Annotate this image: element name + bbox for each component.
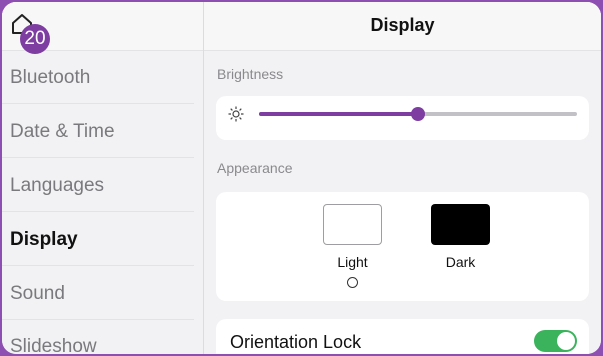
- notification-badge: 20: [20, 24, 50, 54]
- orientation-lock-label: Orientation Lock: [230, 332, 362, 352]
- brightness-slider[interactable]: [259, 107, 577, 121]
- settings-window: 20 Bluetooth Date & Time Languages Displ…: [2, 2, 601, 354]
- sidebar-item-sound[interactable]: Sound: [2, 267, 194, 320]
- brightness-card: [216, 96, 589, 140]
- sun-icon: [228, 106, 244, 122]
- appearance-section-label: Appearance: [217, 160, 293, 176]
- dark-theme-swatch[interactable]: [431, 204, 490, 245]
- toggle-knob: [557, 332, 575, 350]
- brightness-slider-fill: [259, 112, 418, 116]
- page-title: Display: [370, 15, 435, 35]
- sidebar-item-date-time[interactable]: Date & Time: [2, 105, 194, 158]
- brightness-section-label: Brightness: [217, 66, 284, 82]
- sidebar-item-slideshow[interactable]: Slideshow: [2, 320, 194, 354]
- sidebar-item-bluetooth[interactable]: Bluetooth: [2, 51, 194, 104]
- display-panel: Display Brightness Appearance Light Dark…: [204, 2, 601, 354]
- light-theme-label: Light: [337, 254, 368, 270]
- brightness-slider-thumb[interactable]: [411, 107, 425, 121]
- light-theme-radio[interactable]: [347, 277, 358, 288]
- sidebar-header: 20: [2, 2, 203, 54]
- sidebar-item-display[interactable]: Display: [2, 213, 194, 266]
- sidebar: 20 Bluetooth Date & Time Languages Displ…: [2, 2, 204, 354]
- dark-theme-label: Dark: [445, 254, 476, 270]
- orientation-lock-toggle[interactable]: [534, 330, 577, 352]
- orientation-lock-row: Orientation Lock: [216, 319, 589, 354]
- appearance-card: Light Dark: [216, 192, 589, 301]
- light-theme-swatch[interactable]: [323, 204, 382, 245]
- sidebar-item-languages[interactable]: Languages: [2, 159, 194, 212]
- panel-header: Display: [204, 2, 601, 51]
